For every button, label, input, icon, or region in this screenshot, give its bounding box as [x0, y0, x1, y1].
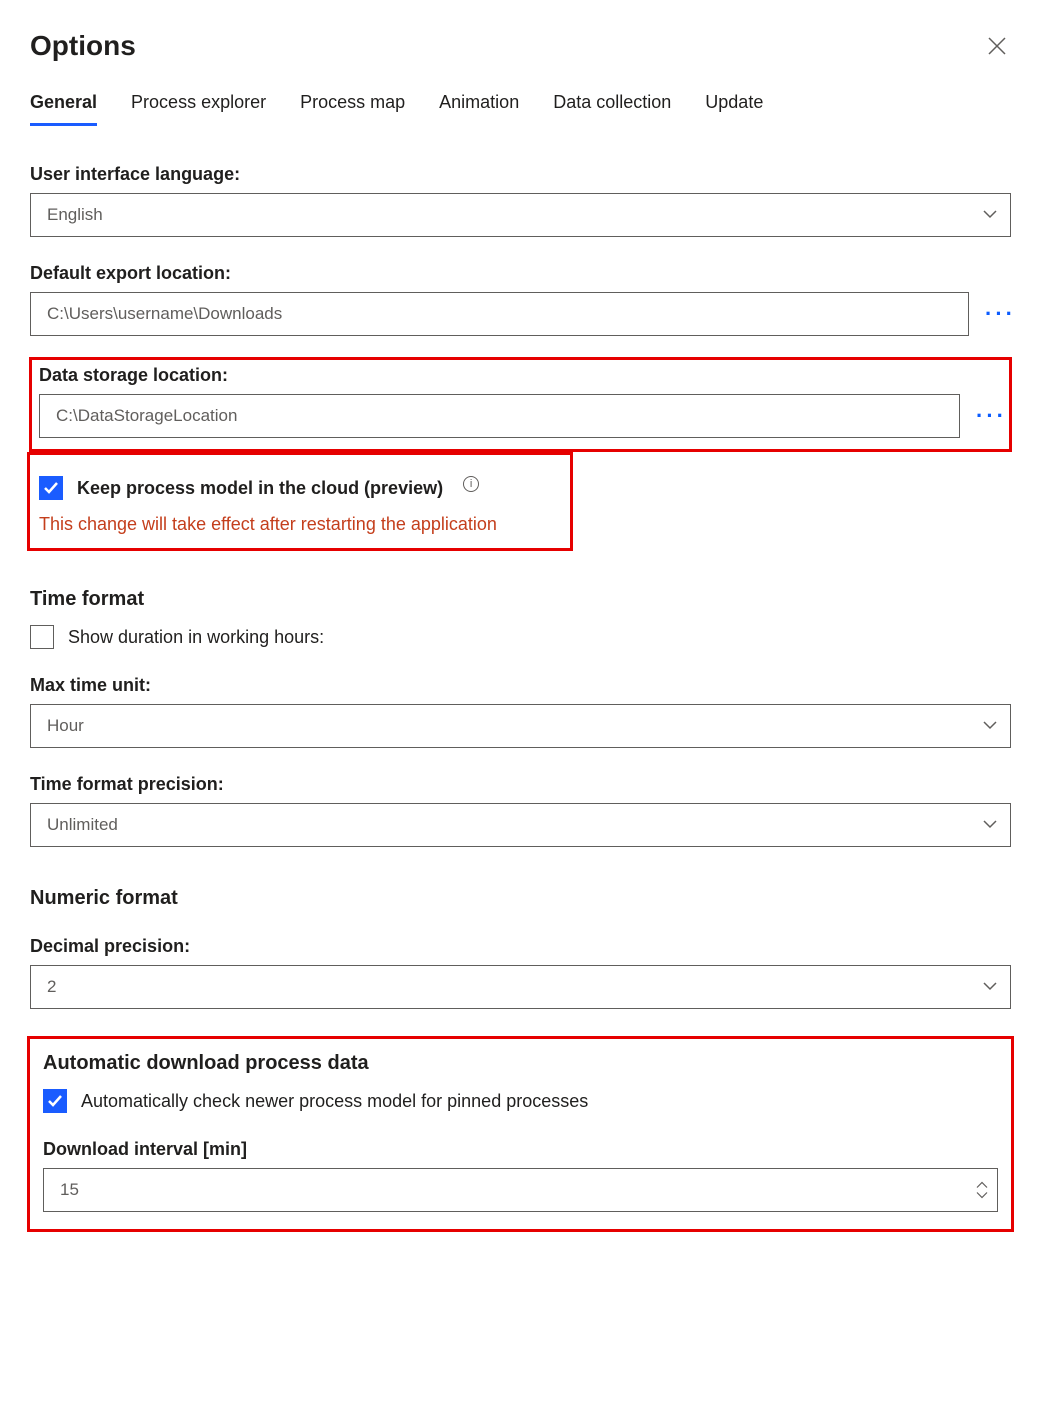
- tab-bar: General Process explorer Process map Ani…: [30, 92, 1011, 126]
- decimal-precision-label: Decimal precision:: [30, 936, 1011, 957]
- numeric-format-title: Numeric format: [30, 887, 1011, 910]
- max-time-unit-label: Max time unit:: [30, 675, 1011, 696]
- highlight-data-storage: Data storage location: C:\DataStorageLoc…: [30, 358, 1011, 451]
- time-format-title: Time format: [30, 588, 1011, 611]
- download-interval-input[interactable]: 15: [43, 1168, 998, 1212]
- interval-spinner[interactable]: [976, 1181, 988, 1199]
- page-title: Options: [30, 30, 136, 62]
- close-icon: [988, 37, 1006, 55]
- auto-check-checkbox[interactable]: [43, 1089, 67, 1113]
- close-button[interactable]: [983, 32, 1011, 60]
- download-interval-label: Download interval [min]: [43, 1139, 998, 1160]
- keep-cloud-label: Keep process model in the cloud (preview…: [77, 478, 443, 499]
- tab-data-collection[interactable]: Data collection: [553, 92, 671, 126]
- info-icon[interactable]: i: [463, 476, 479, 492]
- export-location-input[interactable]: C:\Users\username\Downloads: [30, 292, 969, 336]
- checkmark-icon: [43, 480, 59, 496]
- more-horizontal-icon: ···: [985, 301, 1016, 326]
- ui-language-select[interactable]: English: [30, 193, 1011, 237]
- auto-check-label: Automatically check newer process model …: [81, 1091, 588, 1112]
- highlight-auto-download: Automatic download process data Automati…: [30, 1039, 1011, 1229]
- tab-process-explorer[interactable]: Process explorer: [131, 92, 266, 126]
- decimal-precision-select[interactable]: 2: [30, 965, 1011, 1009]
- ui-language-label: User interface language:: [30, 164, 1011, 185]
- export-location-label: Default export location:: [30, 263, 1011, 284]
- storage-location-label: Data storage location:: [39, 365, 1002, 386]
- checkmark-icon: [47, 1093, 63, 1109]
- browse-export-location-button[interactable]: ···: [985, 301, 1011, 327]
- max-time-unit-select[interactable]: Hour: [30, 704, 1011, 748]
- time-precision-select[interactable]: Unlimited: [30, 803, 1011, 847]
- tab-animation[interactable]: Animation: [439, 92, 519, 126]
- storage-location-input[interactable]: C:\DataStorageLocation: [39, 394, 960, 438]
- tab-update[interactable]: Update: [705, 92, 763, 126]
- keep-cloud-warning: This change will take effect after resta…: [39, 514, 561, 535]
- more-horizontal-icon: ···: [976, 403, 1007, 428]
- browse-storage-location-button[interactable]: ···: [976, 403, 1002, 429]
- auto-download-title: Automatic download process data: [43, 1052, 998, 1075]
- tab-process-map[interactable]: Process map: [300, 92, 405, 126]
- time-precision-label: Time format precision:: [30, 774, 1011, 795]
- highlight-keep-cloud: Keep process model in the cloud (preview…: [30, 455, 570, 548]
- chevron-up-icon: [976, 1181, 988, 1190]
- show-working-hours-checkbox[interactable]: [30, 625, 54, 649]
- chevron-down-icon: [976, 1190, 988, 1199]
- keep-cloud-checkbox[interactable]: [39, 476, 63, 500]
- tab-general[interactable]: General: [30, 92, 97, 126]
- show-working-hours-label: Show duration in working hours:: [68, 627, 324, 648]
